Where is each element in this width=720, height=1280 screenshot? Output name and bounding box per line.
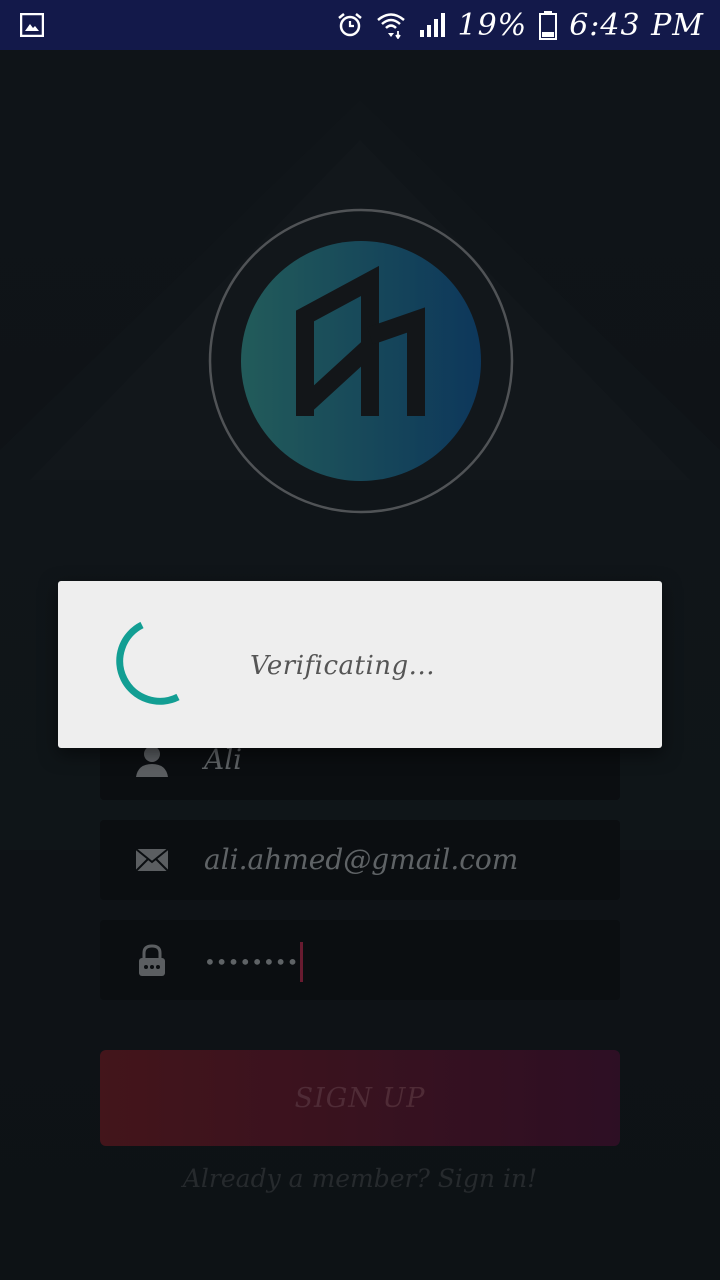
signal-icon bbox=[418, 11, 446, 39]
battery-icon bbox=[539, 10, 558, 40]
battery-percent: 19% bbox=[457, 7, 528, 43]
alarm-icon bbox=[336, 11, 364, 39]
clock: 6:43 PM bbox=[569, 7, 704, 43]
status-bar: 19% 6:43 PM bbox=[0, 0, 720, 50]
gallery-icon bbox=[19, 12, 45, 38]
loading-spinner-icon bbox=[108, 620, 180, 710]
wifi-icon bbox=[376, 11, 406, 39]
dialog-message: Verificating... bbox=[250, 651, 435, 681]
